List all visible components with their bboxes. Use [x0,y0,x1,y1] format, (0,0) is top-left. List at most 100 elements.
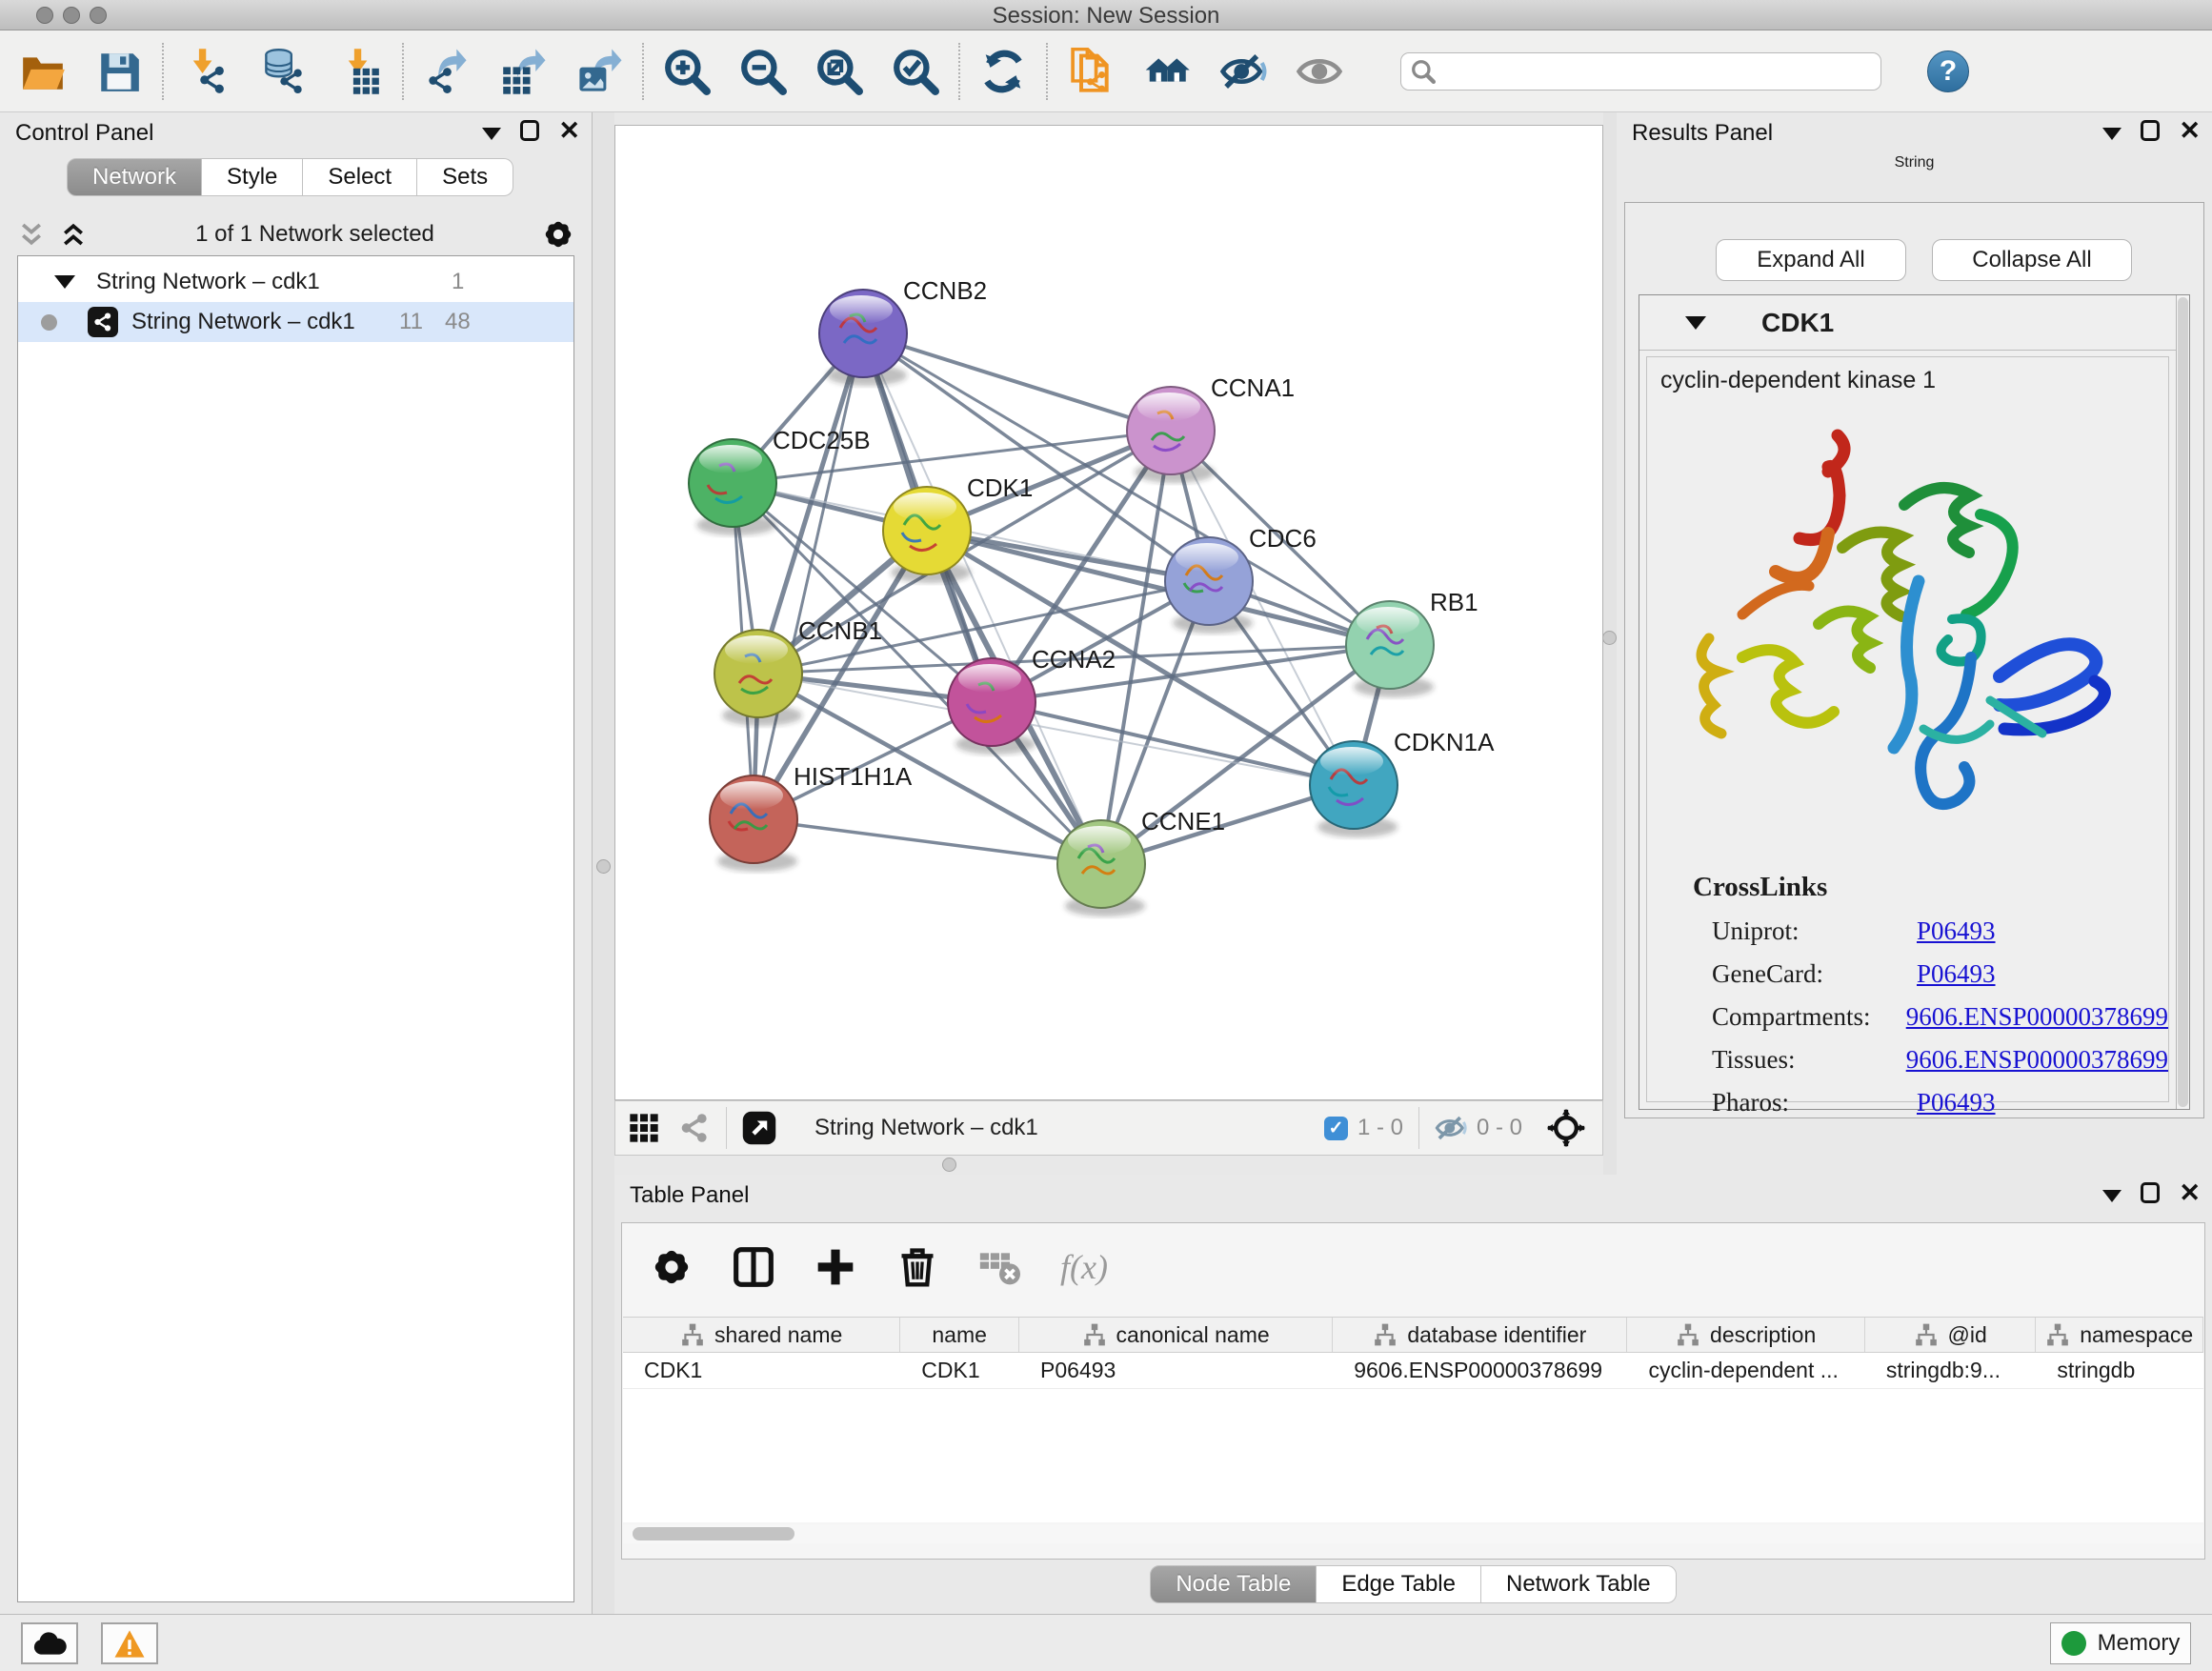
network-node-HIST1H1A[interactable]: HIST1H1A [710,762,913,872]
grid-view-icon[interactable] [629,1113,659,1143]
network-node-CCNA2[interactable]: CCNA2 [948,645,1116,755]
copy-document-icon[interactable] [1065,46,1116,97]
splitter-knob-icon[interactable] [1602,631,1617,645]
table-cell[interactable]: CDK1 [623,1353,900,1388]
tab-select[interactable]: Select [303,158,417,196]
column-header-shared-name[interactable]: shared name [623,1318,900,1352]
network-canvas[interactable]: CCNB2CCNA1CDC25BCDK1CDC6RB1CCNB1CCNA2CDK… [614,125,1603,1100]
network-node-RB1[interactable]: RB1 [1346,588,1478,697]
import-network-icon[interactable] [181,46,232,97]
table-settings-gear-icon[interactable] [651,1246,693,1288]
home-icon[interactable] [1141,46,1193,97]
panel-minimize-icon[interactable] [482,128,501,140]
export-table-icon[interactable] [497,46,549,97]
import-table-icon[interactable] [333,46,385,97]
network-overview-icon[interactable] [678,1112,711,1144]
zoom-out-icon[interactable] [737,46,789,97]
table-cell[interactable]: P06493 [1019,1353,1333,1388]
right-splitter[interactable] [1603,112,1617,1175]
results-scrollbar[interactable] [2176,295,2189,1109]
collapse-all-icon[interactable] [17,220,46,249]
panel-close-icon[interactable]: ✕ [2179,120,2201,141]
collapse-all-button[interactable]: Collapse All [1932,239,2132,281]
crosslink-link[interactable]: P06493 [1917,916,1996,946]
tab-sets[interactable]: Sets [417,158,513,196]
tab-network-table[interactable]: Network Table [1481,1565,1677,1603]
left-splitter[interactable] [593,112,614,1614]
table-cell[interactable]: stringdb [2036,1353,2203,1388]
show-eye-icon[interactable] [1294,46,1345,97]
selected-checkbox-icon[interactable]: ✓ [1324,1117,1348,1140]
crosslink-link[interactable]: P06493 [1917,1088,1996,1117]
hide-eye-icon[interactable] [1217,46,1269,97]
tab-style[interactable]: Style [202,158,303,196]
column-header-database-identifier[interactable]: database identifier [1333,1318,1627,1352]
column-header-namespace[interactable]: namespace [2036,1318,2203,1352]
panel-minimize-icon[interactable] [2102,128,2122,140]
expand-all-button[interactable]: Expand All [1716,239,1906,281]
crosslink-link[interactable]: 9606.ENSP00000378699 [1906,1045,2168,1075]
crosshair-icon[interactable] [1547,1109,1585,1147]
delete-table-icon[interactable] [978,1246,1020,1288]
splitter-knob-icon[interactable] [942,1158,956,1172]
network-edge[interactable] [863,333,1171,431]
table-cell[interactable]: cyclin-dependent ... [1627,1353,1864,1388]
panel-float-icon[interactable] [2141,1182,2160,1203]
panel-minimize-icon[interactable] [2102,1190,2122,1202]
column-header-canonical-name[interactable]: canonical name [1019,1318,1333,1352]
memory-button[interactable]: Memory [2050,1622,2191,1664]
delete-column-icon[interactable] [896,1246,938,1288]
cloud-button[interactable] [21,1622,78,1664]
disclosure-triangle-icon[interactable] [54,275,75,289]
network-edge[interactable] [754,333,863,819]
network-node-CDK1[interactable]: CDK1 [883,473,1033,583]
search-input[interactable] [1436,55,1871,88]
network-collection-row[interactable]: String Network – cdk1 1 [18,262,573,302]
column-header-name[interactable]: name [900,1318,1019,1352]
panel-close-icon[interactable]: ✕ [558,120,580,141]
network-edge[interactable] [927,531,1390,645]
add-column-icon[interactable] [814,1246,856,1288]
save-icon[interactable] [93,46,145,97]
column-header-@id[interactable]: @id [1865,1318,2037,1352]
refresh-icon[interactable] [977,46,1029,97]
zoom-fit-icon[interactable] [814,46,865,97]
network-node-CDC25B[interactable]: CDC25B [689,426,871,535]
table-horizontal-scrollbar[interactable] [623,1524,2203,1543]
table-cell[interactable]: stringdb:9... [1865,1353,2037,1388]
zoom-in-icon[interactable] [661,46,713,97]
table-cell[interactable]: CDK1 [900,1353,1019,1388]
tab-edge-table[interactable]: Edge Table [1317,1565,1481,1603]
column-header-description[interactable]: description [1627,1318,1864,1352]
open-folder-icon[interactable] [17,46,69,97]
detach-view-icon[interactable] [742,1111,776,1145]
network-node-CCNB2[interactable]: CCNB2 [819,276,987,386]
panel-close-icon[interactable]: ✕ [2179,1182,2201,1203]
table-row[interactable]: CDK1CDK1P064939606.ENSP00000378699cyclin… [623,1353,2203,1389]
zoom-selected-icon[interactable] [890,46,941,97]
help-button[interactable]: ? [1927,50,1969,92]
export-network-icon[interactable] [421,46,473,97]
tab-node-table[interactable]: Node Table [1150,1565,1317,1603]
panel-float-icon[interactable] [520,120,539,141]
table-cell[interactable]: 9606.ENSP00000378699 [1333,1353,1627,1388]
network-node-CCNA1[interactable]: CCNA1 [1127,373,1295,483]
export-image-icon[interactable] [573,46,625,97]
network-node-CCNB1[interactable]: CCNB1 [714,616,882,726]
expand-all-icon[interactable] [59,220,88,249]
panel-float-icon[interactable] [2141,120,2160,141]
crosslink-link[interactable]: P06493 [1917,959,1996,989]
splitter-knob-icon[interactable] [596,859,611,874]
tab-string[interactable]: String [1895,154,1935,171]
show-columns-icon[interactable] [733,1246,774,1288]
tab-network[interactable]: Network [67,158,202,196]
warnings-button[interactable] [101,1622,158,1664]
search-box[interactable] [1400,52,1881,91]
crosslink-link[interactable]: 9606.ENSP00000378699 [1906,1002,2168,1032]
network-node-CDC6[interactable]: CDC6 [1165,524,1317,634]
node-section-header[interactable]: CDK1 [1639,295,2176,351]
disclosure-triangle-icon[interactable] [1685,316,1706,330]
import-database-icon[interactable] [257,46,309,97]
bottom-splitter[interactable] [614,1156,1603,1175]
function-builder-icon[interactable]: f(x) [1060,1247,1108,1287]
